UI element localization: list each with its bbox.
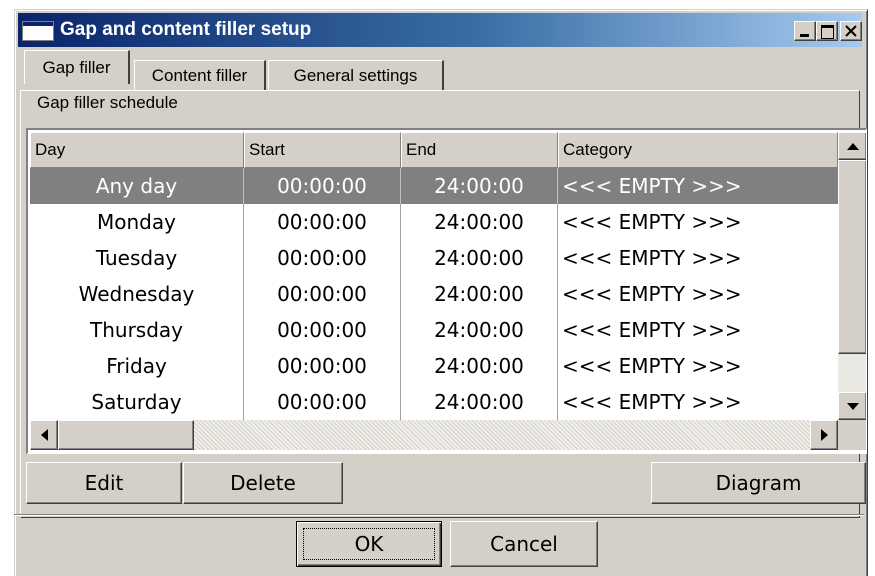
section-label: Gap filler schedule — [37, 93, 178, 112]
tab-gap-filler-label: Gap filler — [42, 57, 111, 77]
cell-category: <<< EMPTY >>> — [562, 246, 742, 270]
arrow-down-icon — [846, 402, 859, 410]
app-icon — [22, 21, 54, 41]
column-header-day[interactable]: Day — [30, 132, 244, 168]
maximize-button[interactable] — [816, 21, 838, 41]
cell-end: 24:00:00 — [401, 240, 558, 276]
cell-start: 00:00:00 — [244, 384, 401, 420]
scroll-down-button[interactable] — [838, 392, 866, 420]
cell-end: 24:00:00 — [401, 276, 558, 312]
table-row[interactable]: Monday 00:00:00 24:00:00 <<< EMPTY >>> — [30, 204, 838, 240]
table-row[interactable]: Wednesday 00:00:00 24:00:00 <<< EMPTY >>… — [30, 276, 838, 312]
vertical-scroll-thumb[interactable] — [838, 160, 866, 354]
scrollbar-corner — [838, 420, 866, 450]
edit-button[interactable]: Edit — [26, 462, 182, 504]
arrow-up-icon — [846, 142, 859, 150]
horizontal-scroll-thumb[interactable] — [58, 420, 194, 450]
separator — [14, 514, 864, 516]
cell-day: Thursday — [30, 312, 244, 348]
cell-category: <<< EMPTY >>> — [562, 210, 742, 234]
scroll-left-button[interactable] — [30, 420, 58, 450]
column-header-end[interactable]: End — [401, 132, 558, 168]
cell-category: <<< EMPTY >>> — [562, 390, 742, 414]
cell-category: <<< EMPTY >>> — [562, 318, 742, 342]
cell-category: <<< EMPTY >>> — [562, 282, 742, 306]
close-icon — [845, 25, 857, 37]
focus-rectangle — [303, 528, 435, 560]
cell-day: Tuesday — [30, 240, 244, 276]
cell-end: 24:00:00 — [401, 384, 558, 420]
schedule-grid[interactable]: Day Start End Category Any day 00:00:00 … — [26, 128, 867, 454]
ok-button[interactable]: OK — [296, 521, 442, 567]
table-row[interactable]: Any day 00:00:00 24:00:00 <<< EMPTY >>> — [30, 168, 838, 204]
tab-content-filler-label: Content filler — [151, 65, 248, 85]
cell-end: 24:00:00 — [401, 348, 558, 384]
cell-start: 00:00:00 — [244, 240, 401, 276]
cell-day: Any day — [30, 168, 244, 204]
scroll-up-button[interactable] — [838, 132, 866, 160]
cell-category: <<< EMPTY >>> — [562, 174, 742, 198]
cancel-button[interactable]: Cancel — [450, 521, 598, 567]
column-header-start[interactable]: Start — [244, 132, 401, 168]
cell-start: 00:00:00 — [244, 312, 401, 348]
scroll-right-button[interactable] — [810, 420, 838, 450]
cell-end: 24:00:00 — [401, 168, 558, 204]
cell-start: 00:00:00 — [244, 204, 401, 240]
cell-day: Monday — [30, 204, 244, 240]
cell-day: Wednesday — [30, 276, 244, 312]
window-title: Gap and content filler setup — [60, 19, 312, 40]
diagram-button[interactable]: Diagram — [651, 462, 866, 504]
arrow-right-icon — [820, 429, 828, 441]
delete-button[interactable]: Delete — [183, 462, 343, 504]
column-header-category[interactable]: Category — [558, 132, 838, 168]
tab-gap-filler[interactable]: Gap filler — [24, 50, 130, 84]
cell-end: 24:00:00 — [401, 204, 558, 240]
vertical-scrollbar[interactable] — [838, 132, 866, 420]
tab-general-settings-label: General settings — [293, 65, 418, 85]
tab-general-settings[interactable]: General settings — [268, 60, 444, 90]
cell-start: 00:00:00 — [244, 168, 401, 204]
horizontal-scrollbar[interactable] — [30, 420, 838, 450]
tab-content-filler[interactable]: Content filler — [134, 60, 266, 90]
table-row[interactable]: Tuesday 00:00:00 24:00:00 <<< EMPTY >>> — [30, 240, 838, 276]
cell-start: 00:00:00 — [244, 276, 401, 312]
title-bar[interactable]: Gap and content filler setup — [18, 13, 862, 47]
cell-day: Saturday — [30, 384, 244, 420]
table-row[interactable]: Friday 00:00:00 24:00:00 <<< EMPTY >>> — [30, 348, 838, 384]
minimize-button[interactable] — [794, 21, 816, 41]
table-row[interactable]: Saturday 00:00:00 24:00:00 <<< EMPTY >>> — [30, 384, 838, 420]
cell-day: Friday — [30, 348, 244, 384]
arrow-left-icon — [40, 429, 48, 441]
close-button[interactable] — [840, 21, 862, 41]
cell-start: 00:00:00 — [244, 348, 401, 384]
cell-end: 24:00:00 — [401, 312, 558, 348]
table-row[interactable]: Thursday 00:00:00 24:00:00 <<< EMPTY >>> — [30, 312, 838, 348]
cell-category: <<< EMPTY >>> — [562, 354, 742, 378]
